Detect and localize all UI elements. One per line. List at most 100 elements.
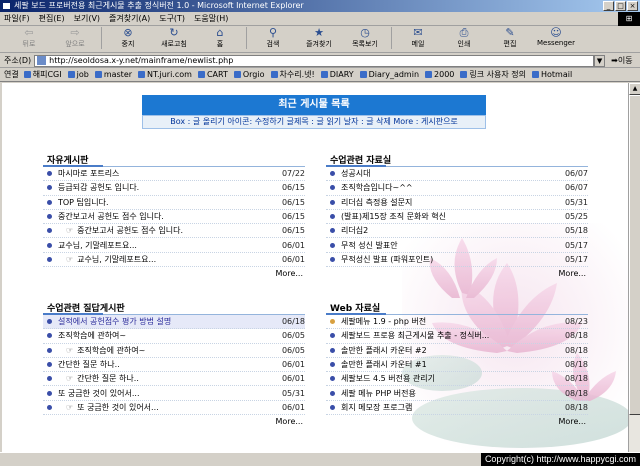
- post-title-link[interactable]: 무적 성신 발표안: [341, 240, 558, 251]
- toolbar-button[interactable]: ⚲ 검색: [250, 27, 296, 49]
- post-title-link[interactable]: ☞ 또 궁금한 것이 있어서...: [58, 402, 275, 413]
- post-title-link[interactable]: ☞ 조직학습에 관하여~: [58, 345, 275, 356]
- toolbar-button[interactable]: ◷ 목록보기: [342, 27, 388, 49]
- post-date[interactable]: 08/18: [558, 374, 588, 383]
- post-title-link[interactable]: 솔만한 플래시 카운터 #2: [341, 345, 558, 356]
- post-title-link[interactable]: ☞ 중간보고서 공헌도 점수 입니다.: [58, 225, 275, 236]
- list-item[interactable]: 또 궁금한 것이 있어서... 05/31: [43, 386, 305, 401]
- post-date[interactable]: 08/18: [558, 331, 588, 340]
- post-title-link[interactable]: 또 궁금한 것이 있어서...: [58, 388, 275, 399]
- minimize-button[interactable]: _: [603, 1, 614, 11]
- list-item[interactable]: ☞ 또 궁금한 것이 있어서... 06/01: [43, 401, 305, 416]
- post-title-link[interactable]: ☞ 간단한 질문 하나..: [58, 373, 275, 384]
- post-date[interactable]: 06/15: [275, 183, 305, 192]
- list-item[interactable]: 등급되감 공헌도 입니다. 06/15: [43, 181, 305, 196]
- post-title-link[interactable]: 마시마로 포트리스: [58, 168, 275, 179]
- post-date[interactable]: 05/31: [275, 389, 305, 398]
- post-date[interactable]: 06/07: [558, 169, 588, 178]
- post-date[interactable]: 05/17: [558, 241, 588, 250]
- list-item[interactable]: 회지 메모장 프로그램 08/18: [326, 401, 588, 416]
- post-date[interactable]: 08/18: [558, 403, 588, 412]
- list-item[interactable]: 세팔메뉴 1.9 - php 버전 08/23: [326, 315, 588, 330]
- list-item[interactable]: 무적 성신 발표안 05/17: [326, 238, 588, 253]
- toolbar-button[interactable]: ⊗ 중지: [105, 27, 151, 49]
- post-title-link[interactable]: ☞ 교수님, 기말레포트요...: [58, 254, 275, 265]
- list-item[interactable]: (발표)제15장 조직 문화와 혁신 05/25: [326, 210, 588, 225]
- more-link[interactable]: More...: [326, 415, 588, 429]
- post-date[interactable]: 06/01: [275, 255, 305, 264]
- post-date[interactable]: 06/01: [275, 403, 305, 412]
- post-title-link[interactable]: 리더십 측정용 설문지: [341, 197, 558, 208]
- links-item[interactable]: master: [94, 70, 132, 79]
- menu-item[interactable]: 도움말(H): [194, 13, 228, 24]
- close-button[interactable]: ×: [627, 1, 638, 11]
- post-title-link[interactable]: 등급되감 공헌도 입니다.: [58, 182, 275, 193]
- go-button[interactable]: ➡이동: [611, 55, 632, 66]
- post-date[interactable]: 06/01: [275, 241, 305, 250]
- list-item[interactable]: ☞ 간단한 질문 하나.. 06/01: [43, 372, 305, 387]
- list-item[interactable]: 솔만한 플래시 카운터 #2 08/18: [326, 344, 588, 358]
- list-item[interactable]: 조직학습입니다~^^ 06/07: [326, 181, 588, 196]
- list-item[interactable]: 세팔보드 프로용 최근게시물 추출 - 정식버... 08/18: [326, 329, 588, 344]
- list-item[interactable]: 솔만한 플래시 카운터 #1 08/18: [326, 358, 588, 373]
- list-item[interactable]: 성공시대 06/07: [326, 167, 588, 182]
- scroll-up-arrow-icon[interactable]: ▲: [629, 83, 640, 95]
- links-item[interactable]: 링크 사용자 정의: [460, 69, 526, 80]
- toolbar-button[interactable]: ↻ 새로고침: [151, 27, 197, 49]
- post-title-link[interactable]: 세팔보드 4.5 버전용 관리기: [341, 373, 558, 384]
- toolbar-button[interactable]: ⇦ 뒤로: [6, 27, 52, 49]
- post-title-link[interactable]: 중간보고서 공헌도 점수 입니다.: [58, 211, 275, 222]
- menu-item[interactable]: 도구(T): [159, 13, 185, 24]
- list-item[interactable]: ☞ 중간보고서 공헌도 점수 입니다. 06/15: [43, 224, 305, 239]
- toolbar-button[interactable]: ☺ Messenger: [533, 27, 579, 48]
- post-date[interactable]: 05/18: [558, 226, 588, 235]
- scroll-thumb[interactable]: [629, 95, 640, 415]
- list-item[interactable]: 설적에서 공헌점수 평가 방법 설명 06/18: [43, 315, 305, 330]
- post-date[interactable]: 08/23: [558, 317, 588, 326]
- post-title-link[interactable]: 간단한 질문 하나..: [58, 359, 275, 370]
- post-date[interactable]: 06/07: [558, 183, 588, 192]
- menu-item[interactable]: 즐겨찾기(A): [109, 13, 150, 24]
- links-item[interactable]: DIARY: [320, 70, 354, 79]
- post-title-link[interactable]: 리더십2: [341, 225, 558, 236]
- post-title-link[interactable]: 조직학습입니다~^^: [341, 182, 558, 193]
- list-item[interactable]: 마시마로 포트리스 07/22: [43, 167, 305, 182]
- links-item[interactable]: Hotmail: [531, 70, 572, 79]
- more-link[interactable]: More...: [326, 267, 588, 281]
- post-date[interactable]: 08/18: [558, 389, 588, 398]
- links-item[interactable]: 차수리.넷!: [270, 69, 315, 80]
- toolbar-button[interactable]: ✎ 편집: [487, 27, 533, 49]
- list-item[interactable]: TOP 팁입니다. 06/15: [43, 196, 305, 210]
- links-item[interactable]: CART: [197, 70, 228, 79]
- post-title-link[interactable]: (발표)제15장 조직 문화와 혁신: [341, 211, 558, 222]
- links-item[interactable]: job: [67, 70, 89, 79]
- address-input[interactable]: http://seoldosa.x-y.net/mainframe/newlis…: [34, 54, 595, 67]
- toolbar-button[interactable]: ⌂ 홈: [197, 27, 243, 49]
- address-dropdown-button[interactable]: ▼: [594, 54, 606, 67]
- post-title-link[interactable]: 회지 메모장 프로그램: [341, 402, 558, 413]
- post-date[interactable]: 06/05: [275, 346, 305, 355]
- post-date[interactable]: 05/25: [558, 212, 588, 221]
- list-item[interactable]: 세팔 메뉴 PHP 버전용 08/18: [326, 386, 588, 401]
- list-item[interactable]: 리더십2 05/18: [326, 224, 588, 239]
- post-title-link[interactable]: 교수님, 기말레포트요...: [58, 240, 275, 251]
- more-link[interactable]: More...: [43, 267, 305, 281]
- toolbar-button[interactable]: ✉ 메일: [395, 27, 441, 49]
- post-title-link[interactable]: 무적성신 발표 (파워포인트): [341, 254, 558, 265]
- post-date[interactable]: 06/01: [275, 374, 305, 383]
- post-date[interactable]: 06/18: [275, 317, 305, 326]
- post-date[interactable]: 06/01: [275, 360, 305, 369]
- post-date[interactable]: 06/15: [275, 198, 305, 207]
- menu-item[interactable]: 파일(F): [4, 13, 30, 24]
- post-title-link[interactable]: TOP 팁입니다.: [58, 197, 275, 208]
- toolbar-button[interactable]: ★ 즐겨찾기: [296, 27, 342, 49]
- links-item[interactable]: Orgio: [233, 70, 265, 79]
- list-item[interactable]: 간단한 질문 하나.. 06/01: [43, 358, 305, 373]
- list-item[interactable]: 교수님, 기말레포트요... 06/01: [43, 238, 305, 253]
- vertical-scrollbar[interactable]: ▲: [628, 83, 640, 452]
- post-title-link[interactable]: 세팔보드 프로용 최근게시물 추출 - 정식버...: [341, 330, 558, 341]
- list-item[interactable]: 무적성신 발표 (파워포인트) 05/17: [326, 253, 588, 268]
- post-title-link[interactable]: 성공시대: [341, 168, 558, 179]
- toolbar-button[interactable]: ⇨ 앞으로: [52, 27, 98, 49]
- toolbar-button[interactable]: ⎙ 인쇄: [441, 27, 487, 49]
